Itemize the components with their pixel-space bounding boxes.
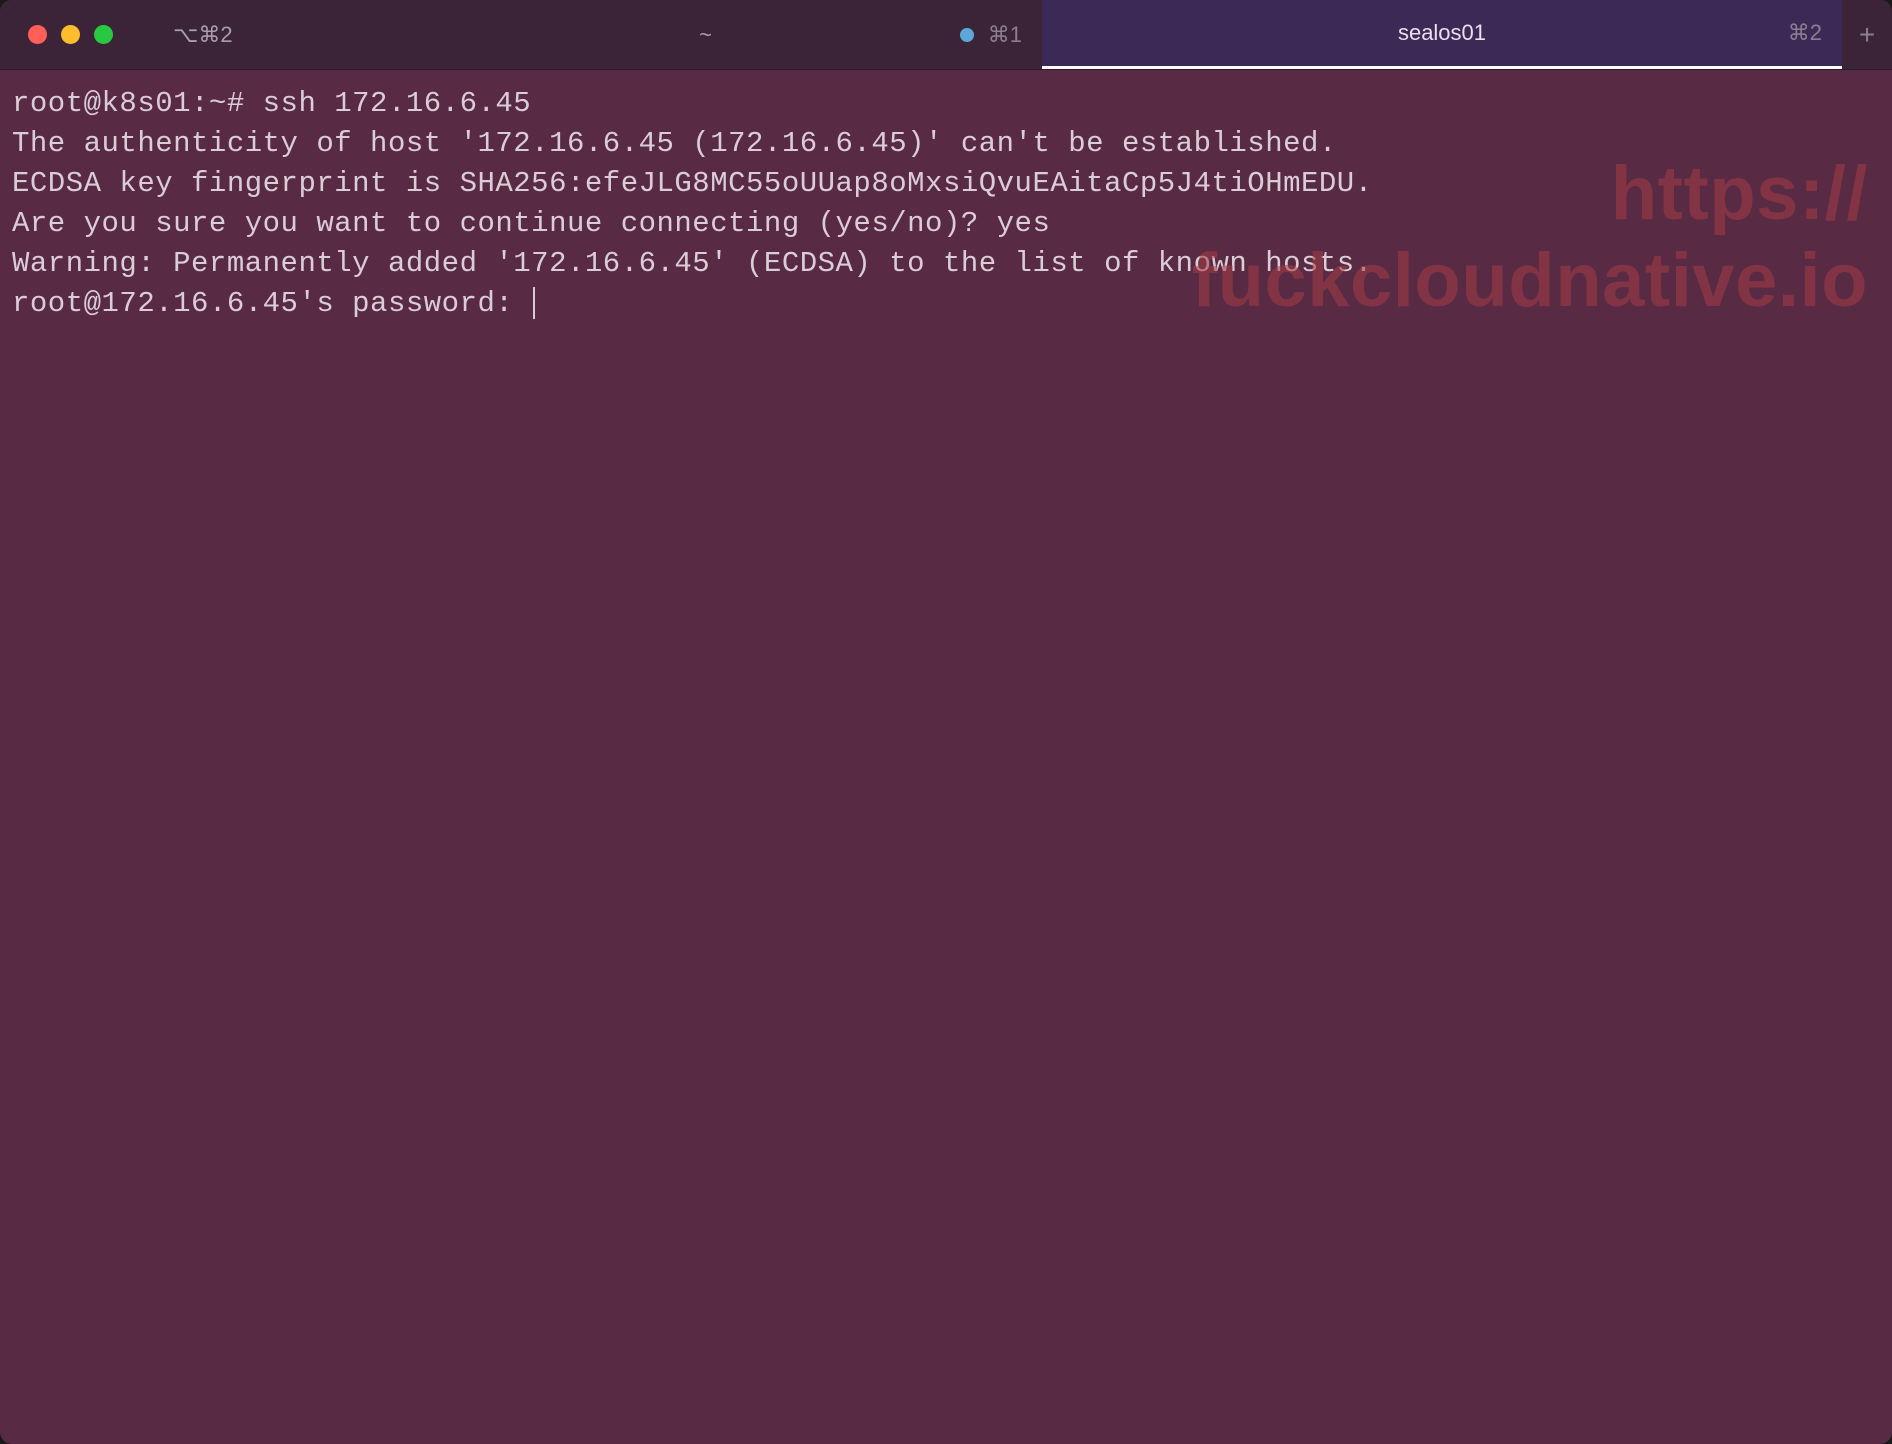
titlebar: ⌥⌘2 ~ ⌘1 sealos01 ⌘2 + <box>0 0 1892 70</box>
tab-shortcut: ⌘2 <box>1788 20 1822 46</box>
terminal-body[interactable]: root@k8s01:~# ssh 172.16.6.45 The authen… <box>0 70 1892 1444</box>
close-button[interactable] <box>28 25 47 44</box>
tab-1[interactable]: ⌥⌘2 <box>149 0 369 69</box>
terminal-line: Are you sure you want to continue connec… <box>12 204 1880 244</box>
add-tab-button[interactable]: + <box>1842 0 1892 69</box>
tab-shortcut: ⌘1 <box>988 22 1022 48</box>
tabs-container: ⌥⌘2 ~ ⌘1 sealos01 ⌘2 + <box>149 0 1892 69</box>
tab-label: sealos01 <box>1398 20 1486 46</box>
plus-icon: + <box>1859 19 1875 51</box>
traffic-lights <box>28 25 113 44</box>
tab-3-active[interactable]: sealos01 ⌘2 <box>1042 0 1842 69</box>
tab-2[interactable]: ~ ⌘1 <box>369 0 1042 69</box>
tab-label: ~ <box>699 22 712 48</box>
terminal-line: root@k8s01:~# ssh 172.16.6.45 <box>12 84 1880 124</box>
tab-label: ⌥⌘2 <box>173 22 233 48</box>
unsaved-dot-icon <box>960 28 974 42</box>
terminal-line: ECDSA key fingerprint is SHA256:efeJLG8M… <box>12 164 1880 204</box>
terminal-window: ⌥⌘2 ~ ⌘1 sealos01 ⌘2 + root@k8s01:~# ssh… <box>0 0 1892 1444</box>
terminal-line: The authenticity of host '172.16.6.45 (1… <box>12 124 1880 164</box>
terminal-line: Warning: Permanently added '172.16.6.45'… <box>12 244 1880 284</box>
maximize-button[interactable] <box>94 25 113 44</box>
cursor-icon <box>533 287 535 319</box>
terminal-line-prompt: root@172.16.6.45's password: <box>12 284 1880 324</box>
minimize-button[interactable] <box>61 25 80 44</box>
